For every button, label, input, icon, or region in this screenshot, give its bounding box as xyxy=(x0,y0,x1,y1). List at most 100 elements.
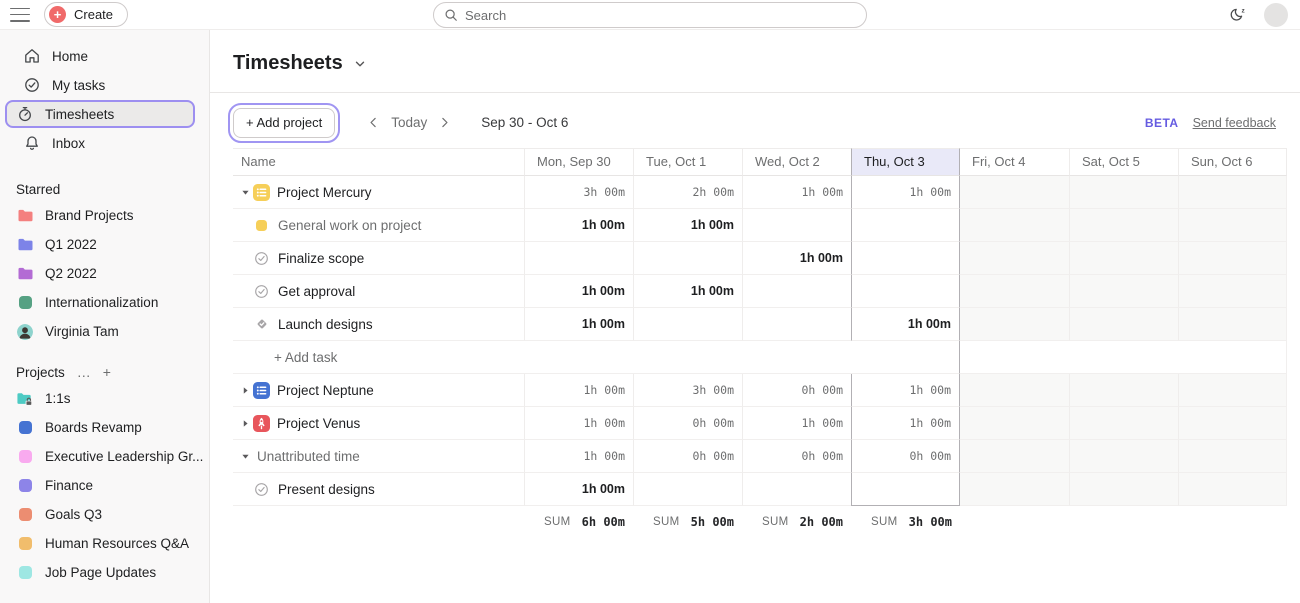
project-item-goals-q3[interactable]: Goals Q3 xyxy=(0,500,209,529)
time-cell[interactable]: 1h 00m xyxy=(742,407,851,440)
time-cell[interactable] xyxy=(1178,275,1287,308)
time-cell[interactable] xyxy=(960,242,1069,275)
time-cell[interactable] xyxy=(1069,440,1178,473)
time-cell[interactable] xyxy=(1069,275,1178,308)
row-name-unattributed-time[interactable]: Unattributed time xyxy=(233,440,524,473)
send-feedback-link[interactable]: Send feedback xyxy=(1193,116,1276,130)
time-cell[interactable]: 0h 00m xyxy=(633,407,742,440)
time-cell[interactable] xyxy=(960,407,1069,440)
time-cell[interactable] xyxy=(1069,407,1178,440)
project-item-job-page-updates[interactable]: Job Page Updates xyxy=(0,558,209,587)
projects-add-icon[interactable]: + xyxy=(103,364,111,380)
project-item-executive-leadership-gr-[interactable]: Executive Leadership Gr... xyxy=(0,442,209,471)
time-cell[interactable] xyxy=(851,275,960,308)
time-cell[interactable] xyxy=(960,473,1069,506)
sidebar-item-my-tasks[interactable]: My tasks xyxy=(5,71,195,99)
time-cell[interactable] xyxy=(633,242,742,275)
time-cell[interactable]: 1h 00m xyxy=(524,407,633,440)
time-cell[interactable] xyxy=(1069,473,1178,506)
time-cell[interactable]: 1h 00m xyxy=(742,242,851,275)
time-cell[interactable] xyxy=(1069,374,1178,407)
starred-item-internationalization[interactable]: Internationalization xyxy=(0,288,209,317)
add-project-button[interactable]: + Add project xyxy=(233,108,335,138)
time-cell[interactable] xyxy=(1178,374,1287,407)
user-avatar[interactable] xyxy=(1264,3,1288,27)
time-cell[interactable] xyxy=(851,209,960,242)
time-cell[interactable] xyxy=(1069,209,1178,242)
create-button[interactable]: + Create xyxy=(44,2,128,27)
time-cell[interactable] xyxy=(633,473,742,506)
time-cell[interactable]: 0h 00m xyxy=(851,440,960,473)
time-cell[interactable]: 1h 00m xyxy=(851,374,960,407)
add-task-button[interactable]: + Add task xyxy=(233,341,524,374)
search-bar[interactable] xyxy=(433,2,867,28)
time-cell[interactable]: 1h 00m xyxy=(524,440,633,473)
time-cell[interactable] xyxy=(1069,242,1178,275)
time-cell[interactable] xyxy=(633,341,742,374)
row-name-project-neptune[interactable]: Project Neptune xyxy=(233,374,524,407)
time-cell[interactable] xyxy=(524,242,633,275)
time-cell[interactable] xyxy=(960,209,1069,242)
time-cell[interactable]: 1h 00m xyxy=(633,275,742,308)
starred-item-virginia-tam[interactable]: Virginia Tam xyxy=(0,317,209,346)
time-cell[interactable]: 3h 00m xyxy=(633,374,742,407)
row-name-launch-designs[interactable]: Launch designs xyxy=(233,308,524,341)
caret-down-icon[interactable] xyxy=(238,187,253,198)
time-cell[interactable] xyxy=(1178,242,1287,275)
time-cell[interactable] xyxy=(851,242,960,275)
starred-item-q1-2022[interactable]: Q1 2022 xyxy=(0,230,209,259)
time-cell[interactable]: 3h 00m xyxy=(524,176,633,209)
time-cell[interactable] xyxy=(1069,308,1178,341)
time-cell[interactable] xyxy=(960,275,1069,308)
time-cell[interactable]: 1h 00m xyxy=(524,374,633,407)
next-week-icon[interactable] xyxy=(436,114,453,131)
row-name-general-work-on-project[interactable]: General work on project xyxy=(233,209,524,242)
time-cell[interactable] xyxy=(1178,209,1287,242)
time-cell[interactable]: 1h 00m xyxy=(851,407,960,440)
row-name-get-approval[interactable]: Get approval xyxy=(233,275,524,308)
project-item-boards-revamp[interactable]: Boards Revamp xyxy=(0,413,209,442)
project-item-human-resources-q-a[interactable]: Human Resources Q&A xyxy=(0,529,209,558)
starred-item-q2-2022[interactable]: Q2 2022 xyxy=(0,259,209,288)
time-cell[interactable] xyxy=(1178,407,1287,440)
time-cell[interactable] xyxy=(851,473,960,506)
projects-more-icon[interactable]: … xyxy=(77,364,91,380)
search-input[interactable] xyxy=(465,8,856,23)
time-cell[interactable] xyxy=(851,341,960,374)
starred-item-brand-projects[interactable]: Brand Projects xyxy=(0,201,209,230)
time-cell[interactable]: 0h 00m xyxy=(742,440,851,473)
time-cell[interactable]: 1h 00m xyxy=(742,176,851,209)
sidebar-item-inbox[interactable]: Inbox xyxy=(5,129,195,157)
row-name-present-designs[interactable]: Present designs xyxy=(233,473,524,506)
time-cell[interactable] xyxy=(1178,341,1287,374)
time-cell[interactable] xyxy=(960,308,1069,341)
row-name-finalize-scope[interactable]: Finalize scope xyxy=(233,242,524,275)
time-cell[interactable]: 1h 00m xyxy=(851,308,960,341)
time-cell[interactable] xyxy=(742,473,851,506)
time-cell[interactable] xyxy=(1069,341,1178,374)
previous-week-icon[interactable] xyxy=(365,114,382,131)
time-cell[interactable] xyxy=(742,209,851,242)
do-not-disturb-icon[interactable]: z xyxy=(1229,6,1248,24)
time-cell[interactable] xyxy=(524,341,633,374)
time-cell[interactable] xyxy=(1178,176,1287,209)
title-chevron-down-icon[interactable] xyxy=(353,57,367,71)
time-cell[interactable] xyxy=(742,341,851,374)
time-cell[interactable]: 1h 00m xyxy=(524,473,633,506)
time-cell[interactable] xyxy=(1178,440,1287,473)
time-cell[interactable]: 1h 00m xyxy=(851,176,960,209)
time-cell[interactable] xyxy=(742,275,851,308)
time-cell[interactable]: 2h 00m xyxy=(633,176,742,209)
time-cell[interactable] xyxy=(633,308,742,341)
time-cell[interactable]: 1h 00m xyxy=(524,275,633,308)
sidebar-item-timesheets[interactable]: Timesheets xyxy=(5,100,195,128)
sidebar-toggle-icon[interactable] xyxy=(10,8,30,22)
caret-right-icon[interactable] xyxy=(238,418,253,429)
time-cell[interactable] xyxy=(960,440,1069,473)
time-cell[interactable] xyxy=(742,308,851,341)
time-cell[interactable]: 1h 00m xyxy=(524,209,633,242)
time-cell[interactable] xyxy=(1178,308,1287,341)
time-cell[interactable]: 0h 00m xyxy=(633,440,742,473)
time-cell[interactable] xyxy=(960,341,1069,374)
time-cell[interactable]: 0h 00m xyxy=(742,374,851,407)
